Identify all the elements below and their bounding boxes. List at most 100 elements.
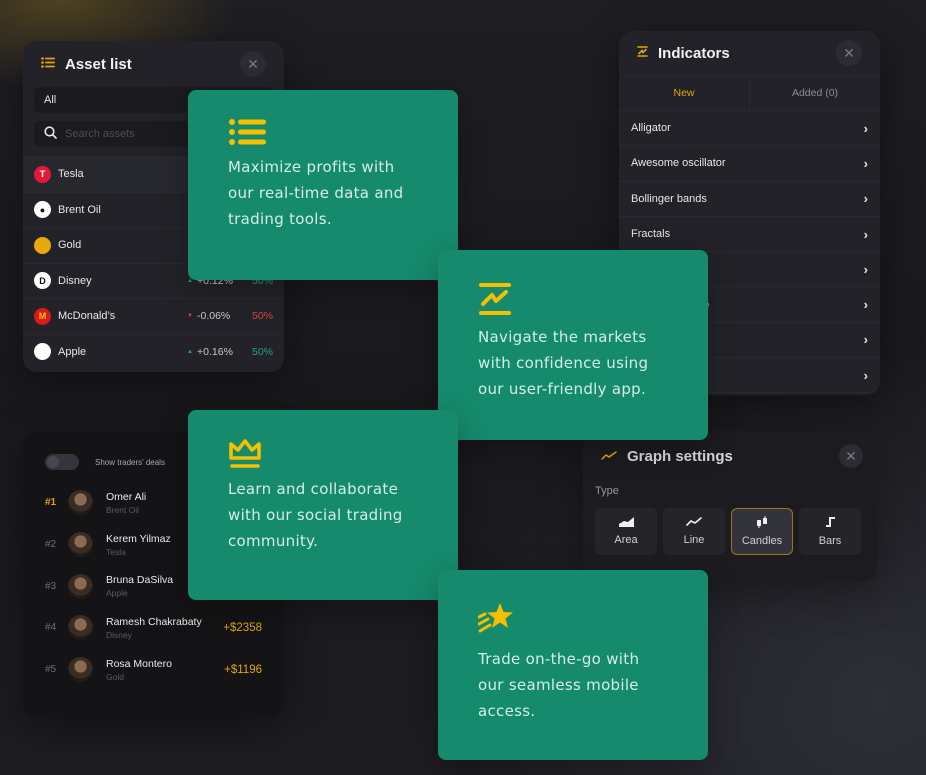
indicator-label: Awesome oscillator bbox=[631, 157, 726, 170]
trader-row[interactable]: #5 Rosa Montero Gold +$1196 bbox=[23, 649, 284, 691]
feature-text: Trade on-the-go with our seamless mobile… bbox=[478, 650, 640, 720]
list-icon bbox=[41, 55, 55, 73]
asset-name: Gold bbox=[58, 239, 82, 252]
avatar bbox=[68, 532, 93, 558]
arrow-up-icon: ▲ bbox=[187, 348, 193, 355]
chart-type-area[interactable]: Area bbox=[595, 508, 657, 555]
asset-list-header: Asset list ✕ bbox=[23, 41, 284, 87]
feature-card-profits: Maximize profits with our real-time data… bbox=[188, 90, 458, 280]
candles-chart-icon bbox=[756, 516, 768, 535]
asset-name: Apple bbox=[58, 345, 87, 358]
asset-name: McDonald’s bbox=[58, 310, 116, 323]
indicator-item[interactable]: Awesome oscillator › bbox=[619, 146, 880, 182]
chevron-right-icon: › bbox=[863, 226, 868, 242]
asset-name: Tesla bbox=[58, 168, 84, 181]
indicators-title: Indicators bbox=[658, 44, 730, 62]
trader-asset: Disney bbox=[106, 629, 132, 640]
asset-name: Brent Oil bbox=[58, 203, 101, 216]
shooting-star-icon bbox=[477, 598, 668, 644]
indicator-label: Fractals bbox=[631, 228, 671, 241]
indicator-item[interactable]: Fractals › bbox=[619, 217, 880, 253]
asset-row[interactable]: Apple ▲ +0.16% 50% bbox=[23, 333, 284, 370]
chevron-right-icon: › bbox=[863, 155, 868, 171]
chevron-right-icon: › bbox=[863, 120, 868, 136]
chart-type-bars[interactable]: Bars bbox=[799, 508, 861, 555]
trader-rank: #4 bbox=[45, 622, 57, 634]
asset-percentage: 50% bbox=[251, 310, 273, 323]
trader-rank: #2 bbox=[45, 539, 57, 551]
crown-icon bbox=[228, 438, 418, 474]
trader-info: Ramesh Chakrabaty Disney bbox=[106, 616, 223, 640]
asset-logo-icon bbox=[34, 236, 51, 254]
indicator-item[interactable]: Bollinger bands › bbox=[619, 182, 880, 217]
avatar bbox=[68, 573, 93, 599]
asset-logo-icon: D bbox=[34, 272, 51, 290]
line-chart-icon bbox=[686, 517, 702, 534]
indicator-label: Bollinger bands bbox=[631, 192, 707, 205]
search-icon bbox=[44, 126, 57, 142]
asset-change: -0.06% bbox=[197, 310, 231, 323]
indicators-tabs: New Added (0) bbox=[619, 75, 880, 111]
chart-type-candles[interactable]: Candles bbox=[731, 508, 793, 555]
close-icon[interactable]: ✕ bbox=[839, 444, 863, 468]
asset-logo-icon: M bbox=[34, 307, 51, 325]
chart-type-selector: Area Line Candles Bars bbox=[583, 497, 877, 555]
chart-type-label: Line bbox=[683, 534, 705, 546]
feature-text: Learn and collaborate with our social tr… bbox=[228, 480, 403, 550]
tab-added[interactable]: Added (0) bbox=[750, 76, 880, 110]
feature-card-navigate: Navigate the markets with confidence usi… bbox=[438, 250, 708, 440]
trader-rank: #3 bbox=[45, 580, 57, 592]
chart-type-label: Bars bbox=[818, 535, 842, 547]
graph-settings-panel: Graph settings ✕ Type Area Line Candles … bbox=[583, 431, 877, 582]
chevron-right-icon: › bbox=[863, 261, 868, 277]
feature-card-community: Learn and collaborate with our social tr… bbox=[188, 410, 458, 600]
asset-row[interactable]: M McDonald’s ▼ -0.06% 50% bbox=[23, 298, 284, 334]
chevron-right-icon: › bbox=[863, 367, 868, 383]
chart-type-label: Candles bbox=[741, 535, 783, 547]
indicator-item[interactable]: Alligator › bbox=[619, 111, 880, 147]
area-chart-icon bbox=[618, 517, 634, 534]
chevron-right-icon: › bbox=[863, 191, 868, 207]
show-deals-toggle[interactable] bbox=[45, 454, 79, 470]
chart-trend-icon bbox=[637, 44, 648, 62]
avatar bbox=[68, 615, 93, 641]
trader-asset: Gold bbox=[106, 671, 124, 682]
type-label: Type bbox=[595, 485, 619, 497]
chart-type-line[interactable]: Line bbox=[663, 508, 725, 555]
line-chart-icon bbox=[601, 447, 617, 465]
chart-trend-icon bbox=[478, 278, 668, 322]
chart-type-label: Area bbox=[614, 534, 638, 546]
indicators-header: Indicators ✕ bbox=[619, 31, 880, 75]
toggle-knob bbox=[47, 456, 59, 468]
asset-logo-icon: ● bbox=[34, 201, 51, 219]
avatar bbox=[68, 657, 93, 683]
avatar bbox=[68, 490, 93, 516]
bars-chart-icon bbox=[825, 516, 836, 535]
asset-name: Disney bbox=[58, 274, 92, 287]
asset-logo-icon: T bbox=[34, 165, 51, 183]
feature-text: Navigate the markets with confidence usi… bbox=[478, 328, 649, 398]
asset-percentage: 50% bbox=[251, 345, 273, 358]
trader-profit: +$2358 bbox=[223, 621, 262, 634]
arrow-down-icon: ▼ bbox=[187, 313, 193, 320]
asset-list-title: Asset list bbox=[65, 55, 132, 73]
trader-rank: #1 bbox=[45, 497, 57, 509]
trader-profit: +$1196 bbox=[224, 663, 262, 676]
trader-row[interactable]: #4 Ramesh Chakrabaty Disney +$2358 bbox=[23, 607, 284, 649]
toggle-label: Show traders’ deals bbox=[95, 457, 165, 467]
graph-settings-title: Graph settings bbox=[627, 447, 733, 465]
list-icon bbox=[228, 118, 418, 152]
chevron-right-icon: › bbox=[863, 297, 868, 313]
asset-change: +0.16% bbox=[197, 345, 233, 358]
close-icon[interactable]: ✕ bbox=[836, 40, 862, 66]
asset-filter-value: All bbox=[44, 94, 57, 106]
trader-rank: #5 bbox=[45, 664, 57, 676]
close-icon[interactable]: ✕ bbox=[240, 51, 266, 77]
indicator-label: Alligator bbox=[631, 122, 671, 135]
chevron-right-icon: › bbox=[863, 332, 868, 348]
trader-name: Rosa Montero bbox=[106, 657, 172, 670]
trader-name: Ramesh Chakrabaty bbox=[106, 615, 202, 628]
tab-new[interactable]: New bbox=[619, 76, 750, 110]
feature-card-mobile: Trade on-the-go with our seamless mobile… bbox=[438, 570, 708, 760]
asset-logo-icon bbox=[34, 343, 51, 361]
